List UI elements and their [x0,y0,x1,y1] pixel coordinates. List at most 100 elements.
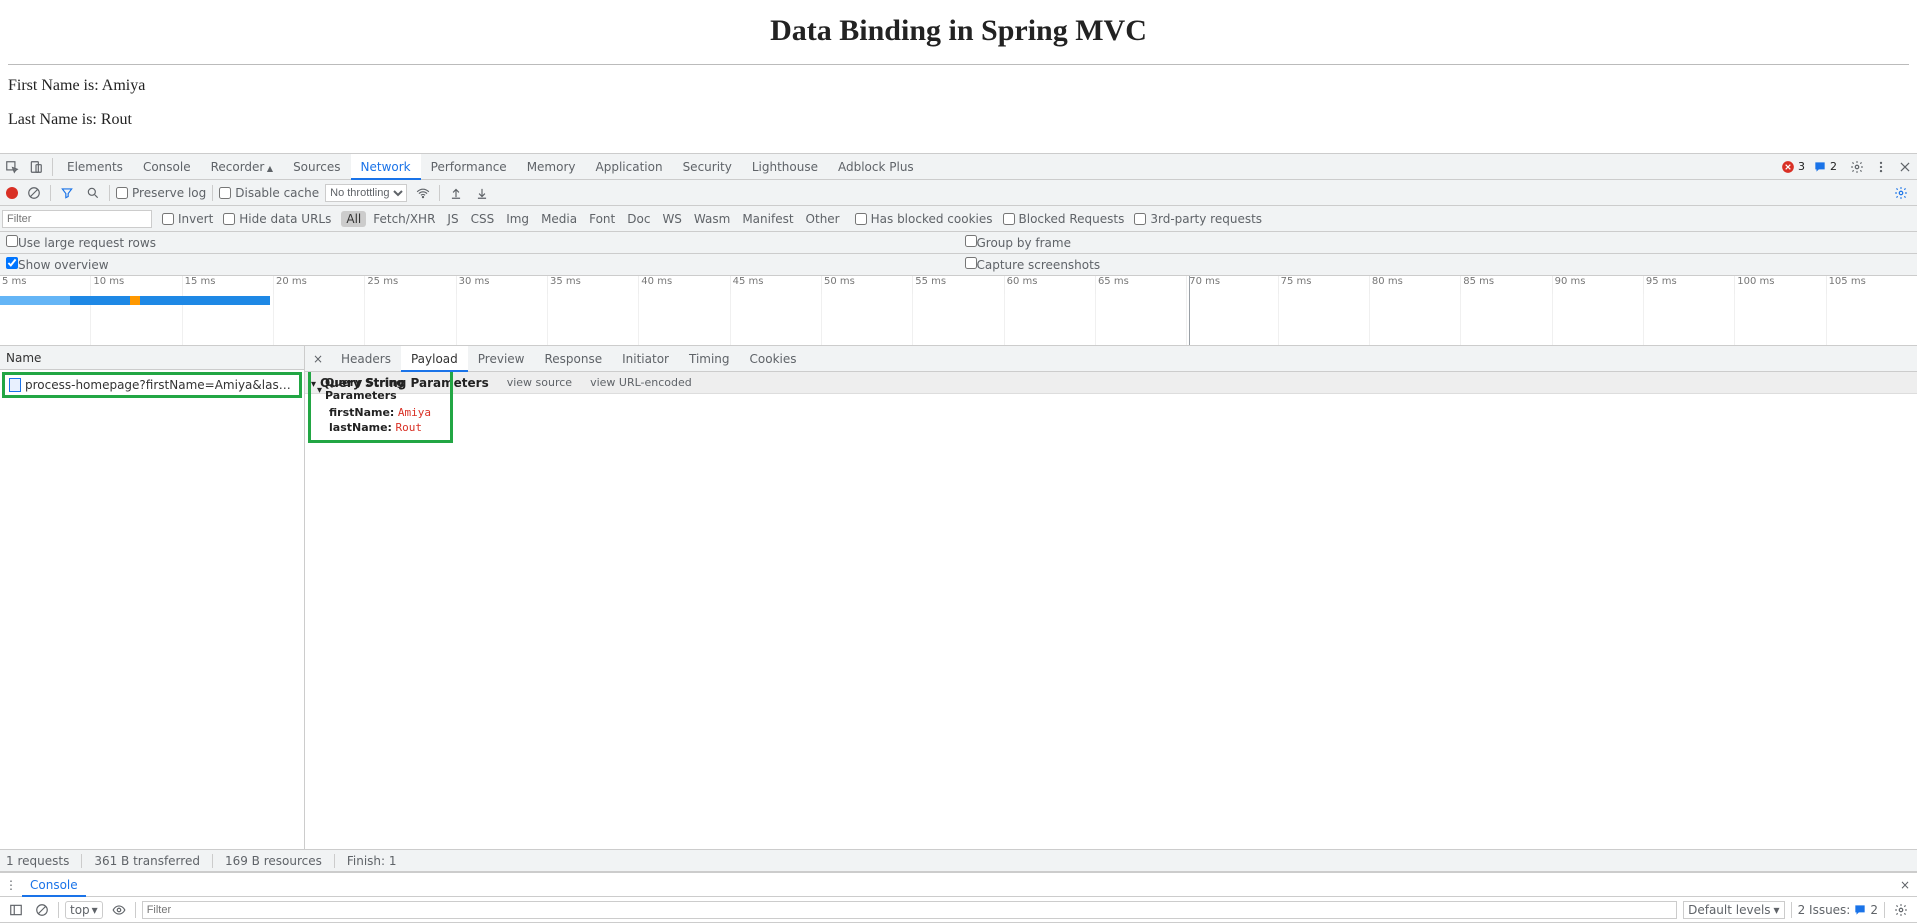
clear-icon[interactable] [24,183,44,203]
tab-lighthouse[interactable]: Lighthouse [742,154,828,180]
timeline-tick: 60 ms [1004,276,1095,294]
console-sidebar-toggle-icon[interactable] [6,900,26,920]
type-filter-media[interactable]: Media [536,211,582,227]
tab-network[interactable]: Network [351,154,421,180]
status-transferred: 361 B transferred [94,854,200,868]
clear-console-icon[interactable] [32,900,52,920]
type-filter-ws[interactable]: WS [657,211,686,227]
tab-performance[interactable]: Performance [421,154,517,180]
status-requests: 1 requests [6,854,69,868]
tab-application[interactable]: Application [586,154,673,180]
type-filter-img[interactable]: Img [501,211,534,227]
errors-indicator[interactable]: 3 [1781,160,1805,174]
type-filter-manifest[interactable]: Manifest [737,211,798,227]
network-body: Name process-homepage?firstName=Amiya&la… [0,346,1917,850]
details-tab-initiator[interactable]: Initiator [612,346,679,372]
type-filter-js[interactable]: JS [442,211,463,227]
details-tab-preview[interactable]: Preview [468,346,535,372]
timeline-tick: 35 ms [547,276,638,294]
close-details-icon[interactable]: × [305,352,331,366]
import-har-icon[interactable] [446,183,466,203]
type-filter-wasm[interactable]: Wasm [689,211,735,227]
close-drawer-icon[interactable]: × [1893,878,1917,892]
network-settings-gear-icon[interactable] [1891,183,1911,203]
tab-memory[interactable]: Memory [517,154,586,180]
console-settings-gear-icon[interactable] [1891,900,1911,920]
filter-funnel-icon[interactable] [57,183,77,203]
view-source-link[interactable]: view source [507,376,572,389]
tab-recorder[interactable]: Recorder ▲ [201,154,283,180]
tab-sources[interactable]: Sources [283,154,350,180]
network-filter-input[interactable] [2,210,152,228]
third-party-checkbox[interactable]: 3rd-party requests [1134,212,1262,226]
devtools-tabstrip: ElementsConsoleRecorder ▲SourcesNetworkP… [0,154,1917,180]
inspect-element-icon[interactable] [0,154,24,180]
timeline-tick: 15 ms [182,276,273,294]
tab-adblock-plus[interactable]: Adblock Plus [828,154,924,180]
disclosure-triangle-icon [317,383,322,396]
details-tab-headers[interactable]: Headers [331,346,401,372]
timeline-tick: 40 ms [638,276,729,294]
show-overview-checkbox[interactable]: Show overview [6,257,109,272]
tab-elements[interactable]: Elements [57,154,133,180]
disable-cache-checkbox[interactable]: Disable cache [219,186,319,200]
issues-indicator[interactable]: 2 Issues: 2 [1798,903,1878,917]
divider [52,158,53,176]
payload-panel: Query String Parameters view source view… [305,372,1917,849]
record-button[interactable] [6,187,18,199]
console-tab[interactable]: Console [22,873,86,897]
timeline-tick: 5 ms [0,276,90,294]
context-selector[interactable]: top▾ [65,901,103,919]
export-har-icon[interactable] [472,183,492,203]
throttling-select[interactable]: No throttling [325,184,407,202]
details-tab-timing[interactable]: Timing [679,346,740,372]
param-row: firstName: Amiya [329,406,444,419]
type-filter-other[interactable]: Other [801,211,845,227]
details-tab-response[interactable]: Response [534,346,612,372]
network-filter-bar: Invert Hide data URLs AllFetch/XHRJSCSSI… [0,206,1917,232]
view-url-encoded-link[interactable]: view URL-encoded [590,376,692,389]
type-filter-doc[interactable]: Doc [622,211,655,227]
messages-indicator[interactable]: 2 [1813,160,1837,174]
type-filter-all[interactable]: All [341,211,366,227]
page-title: Data Binding in Spring MVC [8,14,1909,48]
timeline-tick: 55 ms [912,276,1003,294]
group-by-frame-checkbox[interactable]: Group by frame [965,235,1071,250]
timeline-tick: 75 ms [1278,276,1369,294]
request-list: Name process-homepage?firstName=Amiya&la… [0,346,305,849]
hide-data-urls-checkbox[interactable]: Hide data URLs [223,212,331,226]
request-row[interactable]: process-homepage?firstName=Amiya&lastNam… [5,375,299,395]
log-levels-select[interactable]: Default levels▾ [1683,901,1784,919]
console-drawer: ⋮ Console × top▾ Default levels▾ 2 Issue… [0,872,1917,923]
blocked-cookies-checkbox[interactable]: Has blocked cookies [855,212,993,226]
device-toggle-icon[interactable] [24,154,48,180]
details-tab-cookies[interactable]: Cookies [740,346,807,372]
network-conditions-icon[interactable] [413,183,433,203]
live-expression-icon[interactable] [109,900,129,920]
console-filter-input[interactable] [142,901,1677,919]
network-toolbar: Preserve log Disable cache No throttling [0,180,1917,206]
type-filter-fetch-xhr[interactable]: Fetch/XHR [368,211,440,227]
drawer-menu-icon[interactable]: ⋮ [0,878,22,892]
more-options-icon[interactable] [1869,154,1893,180]
first-name-prefix: First Name is: [8,77,102,94]
first-name-line: First Name is: Amiya [8,77,1909,95]
timeline-tick: 90 ms [1552,276,1643,294]
large-rows-checkbox[interactable]: Use large request rows [6,235,156,250]
type-filter-font[interactable]: Font [584,211,620,227]
type-filter-css[interactable]: CSS [466,211,500,227]
settings-gear-icon[interactable] [1845,154,1869,180]
last-name-line: Last Name is: Rout [8,111,1909,129]
request-list-header[interactable]: Name [0,346,304,370]
highlighted-request-box: process-homepage?firstName=Amiya&lastNam… [2,372,302,398]
invert-checkbox[interactable]: Invert [162,212,213,226]
tab-security[interactable]: Security [673,154,742,180]
network-timeline[interactable]: 5 ms10 ms15 ms20 ms25 ms30 ms35 ms40 ms4… [0,276,1917,346]
capture-screenshots-checkbox[interactable]: Capture screenshots [965,257,1101,272]
tab-console[interactable]: Console [133,154,201,180]
close-devtools-icon[interactable] [1893,154,1917,180]
search-icon[interactable] [83,183,103,203]
preserve-log-checkbox[interactable]: Preserve log [116,186,206,200]
details-tab-payload[interactable]: Payload [401,346,468,372]
blocked-requests-checkbox[interactable]: Blocked Requests [1003,212,1125,226]
